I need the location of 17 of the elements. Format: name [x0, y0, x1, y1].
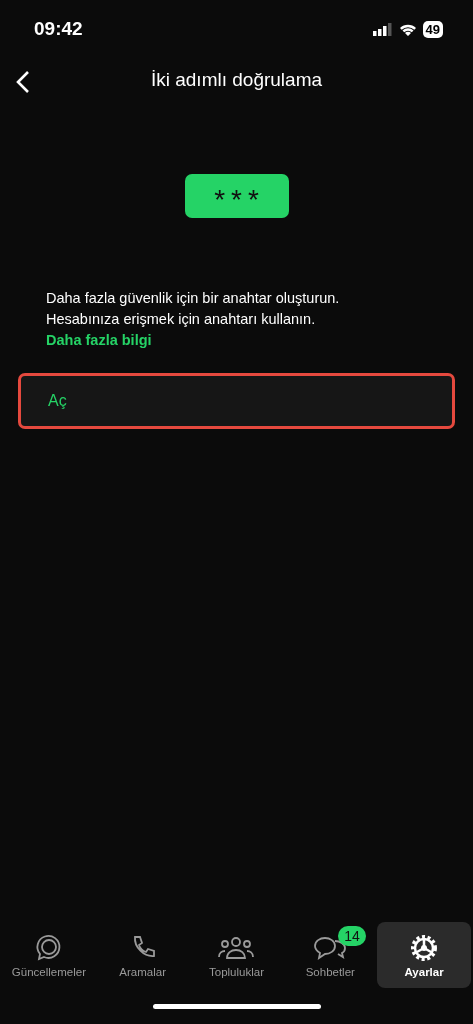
back-icon [16, 70, 30, 94]
tab-button[interactable]: Ayarlar [377, 922, 471, 988]
unread-count-badge: 14 [338, 926, 366, 946]
status-time: 09:42 [34, 18, 83, 40]
tab-button[interactable]: Sohbetler 14 [283, 922, 378, 988]
key-badge: *** [184, 174, 289, 218]
tab-button[interactable]: Aramalar [95, 922, 190, 988]
battery-level: 49 [422, 20, 443, 38]
settings-icon [409, 932, 440, 963]
description-text: Daha fazla güvenlik için bir anahtar oluşturun. Hesabınıza erişmek için anahtarı kullanın. Daha fazla bilgi [46, 289, 341, 350]
screen-title: İki adımlı doğrulama [150, 69, 323, 91]
turn-on-row[interactable]: Aç [18, 373, 455, 429]
tab-button[interactable]: Güncellemeler [2, 922, 96, 988]
wifi-icon [398, 22, 417, 36]
signal-icon [372, 22, 393, 36]
tab-button[interactable]: Topluluklar [189, 922, 284, 988]
learn-more-link[interactable]: Daha fazla bilgi [46, 332, 152, 348]
